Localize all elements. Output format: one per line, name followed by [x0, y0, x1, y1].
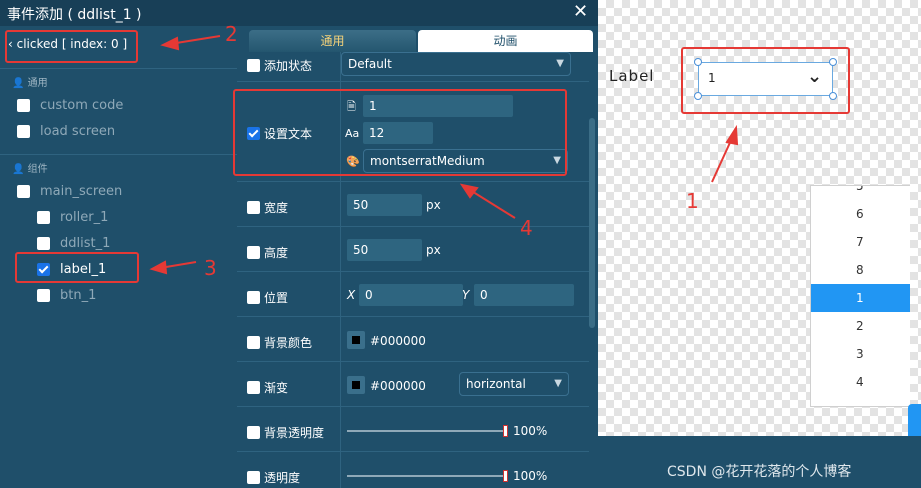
row-height: 高度 50 px — [237, 227, 589, 272]
annotation-box-1 — [681, 47, 850, 114]
chevron-down-icon: ▼ — [556, 58, 564, 69]
annotation-box-4 — [233, 89, 567, 176]
tree-item-roller-1[interactable]: roller_1 — [37, 207, 108, 227]
checkbox[interactable] — [247, 246, 260, 259]
checkbox[interactable] — [247, 291, 260, 304]
dialog-title: 事件添加 ( ddlist_1 ) — [7, 7, 142, 23]
preview-dropdown-list[interactable]: 5 6 7 8 1 2 3 4 — [810, 185, 910, 407]
chevron-down-icon: ▼ — [554, 378, 562, 389]
checkbox[interactable] — [247, 426, 260, 439]
opacity-slider-handle[interactable] — [503, 470, 508, 482]
dialog-titlebar: 事件添加 ( ddlist_1 ) ✕ — [0, 0, 598, 26]
annotation-box-2 — [5, 30, 138, 63]
annotation-number-3: 3 — [204, 256, 217, 280]
bg-opacity-slider-handle[interactable] — [503, 425, 508, 437]
tree-item-load-screen[interactable]: load screen — [17, 121, 115, 141]
list-item[interactable]: 4 — [811, 368, 910, 396]
canvas-side-tab[interactable] — [908, 404, 921, 436]
user-icon: 👤 — [12, 78, 28, 89]
row-add-state: 添加状态 Default ▼ — [237, 52, 589, 82]
row-bg-color: 背景颜色 #000000 — [237, 317, 589, 362]
opacity-value: 100% — [513, 469, 548, 483]
annotation-number-1: 1 — [686, 189, 699, 213]
add-state-label[interactable]: 添加状态 — [247, 57, 312, 74]
divider — [0, 68, 237, 69]
bg-opacity-slider[interactable] — [347, 430, 507, 432]
list-item[interactable]: 8 — [811, 256, 910, 284]
width-input[interactable]: 50 — [347, 194, 422, 216]
watermark: CSDN @花开花落的个人博客 — [667, 464, 852, 480]
tab-general[interactable]: 通用 — [249, 30, 416, 52]
checkbox[interactable] — [247, 59, 260, 72]
tree-item-custom-code[interactable]: custom code — [17, 95, 123, 115]
bg-opacity-value: 100% — [513, 424, 548, 438]
checkbox[interactable] — [37, 288, 50, 302]
width-unit: px — [426, 198, 441, 212]
preview-label-widget[interactable]: Label — [609, 67, 654, 85]
height-label[interactable]: 高度 — [247, 244, 288, 261]
event-add-dialog: 事件添加 ( ddlist_1 ) ✕ ‹ clicked [ index: 0… — [0, 0, 598, 488]
height-input[interactable]: 50 — [347, 239, 422, 261]
checkbox[interactable] — [37, 236, 50, 250]
close-icon[interactable]: ✕ — [573, 1, 588, 22]
bg-opacity-label[interactable]: 背景透明度 — [247, 424, 324, 441]
y-input[interactable]: 0 — [474, 284, 574, 306]
bg-color-value: #000000 — [370, 334, 426, 348]
checkbox[interactable] — [17, 98, 30, 112]
checkbox[interactable] — [247, 336, 260, 349]
opacity-slider[interactable] — [347, 475, 507, 477]
list-item[interactable]: 3 — [811, 340, 910, 368]
position-label[interactable]: 位置 — [247, 289, 288, 306]
list-item[interactable]: 6 — [811, 200, 910, 228]
checkbox[interactable] — [247, 381, 260, 394]
x-label: X — [347, 288, 356, 302]
tree-item-main-screen[interactable]: main_screen — [17, 181, 122, 201]
row-position: 位置 X 0 Y 0 — [237, 272, 589, 317]
bg-color-swatch[interactable] — [347, 331, 365, 349]
annotation-number-4: 4 — [520, 216, 533, 240]
tab-bar: 通用 动画 — [237, 30, 598, 52]
section-components-heading: 👤 组件 — [12, 164, 48, 175]
gradient-color-swatch[interactable] — [347, 376, 365, 394]
annotation-number-2: 2 — [225, 22, 238, 46]
divider — [0, 154, 237, 155]
tree-item-btn-1[interactable]: btn_1 — [37, 285, 96, 305]
opacity-label[interactable]: 透明度 — [247, 469, 300, 486]
checkbox[interactable] — [17, 124, 30, 138]
height-unit: px — [426, 243, 441, 257]
section-general-heading: 👤 通用 — [12, 78, 48, 89]
list-item[interactable]: 7 — [811, 228, 910, 256]
gradient-value: #000000 — [370, 379, 426, 393]
list-item[interactable]: 5 — [811, 186, 910, 200]
y-label: Y — [462, 288, 470, 302]
checkbox[interactable] — [37, 210, 50, 224]
checkbox[interactable] — [247, 471, 260, 484]
scrollbar[interactable] — [589, 118, 595, 328]
checkbox[interactable] — [17, 184, 30, 198]
row-bg-opacity: 背景透明度 100% — [237, 407, 589, 452]
tree-item-ddlist-1[interactable]: ddlist_1 — [37, 233, 110, 253]
checkbox[interactable] — [247, 201, 260, 214]
add-state-select[interactable]: Default ▼ — [341, 52, 571, 76]
list-item[interactable]: 2 — [811, 312, 910, 340]
user-icon: 👤 — [12, 164, 28, 175]
width-label[interactable]: 宽度 — [247, 199, 288, 216]
bg-color-label[interactable]: 背景颜色 — [247, 334, 312, 351]
gradient-label[interactable]: 渐变 — [247, 379, 288, 396]
x-input[interactable]: 0 — [359, 284, 463, 306]
row-gradient: 渐变 #000000 horizontal ▼ — [237, 362, 589, 407]
gradient-direction-select[interactable]: horizontal ▼ — [459, 372, 569, 396]
list-item-selected[interactable]: 1 — [811, 284, 910, 312]
row-opacity: 透明度 100% — [237, 452, 589, 488]
row-width: 宽度 50 px — [237, 182, 589, 227]
annotation-box-3 — [15, 252, 139, 283]
tab-animation[interactable]: 动画 — [418, 30, 593, 52]
